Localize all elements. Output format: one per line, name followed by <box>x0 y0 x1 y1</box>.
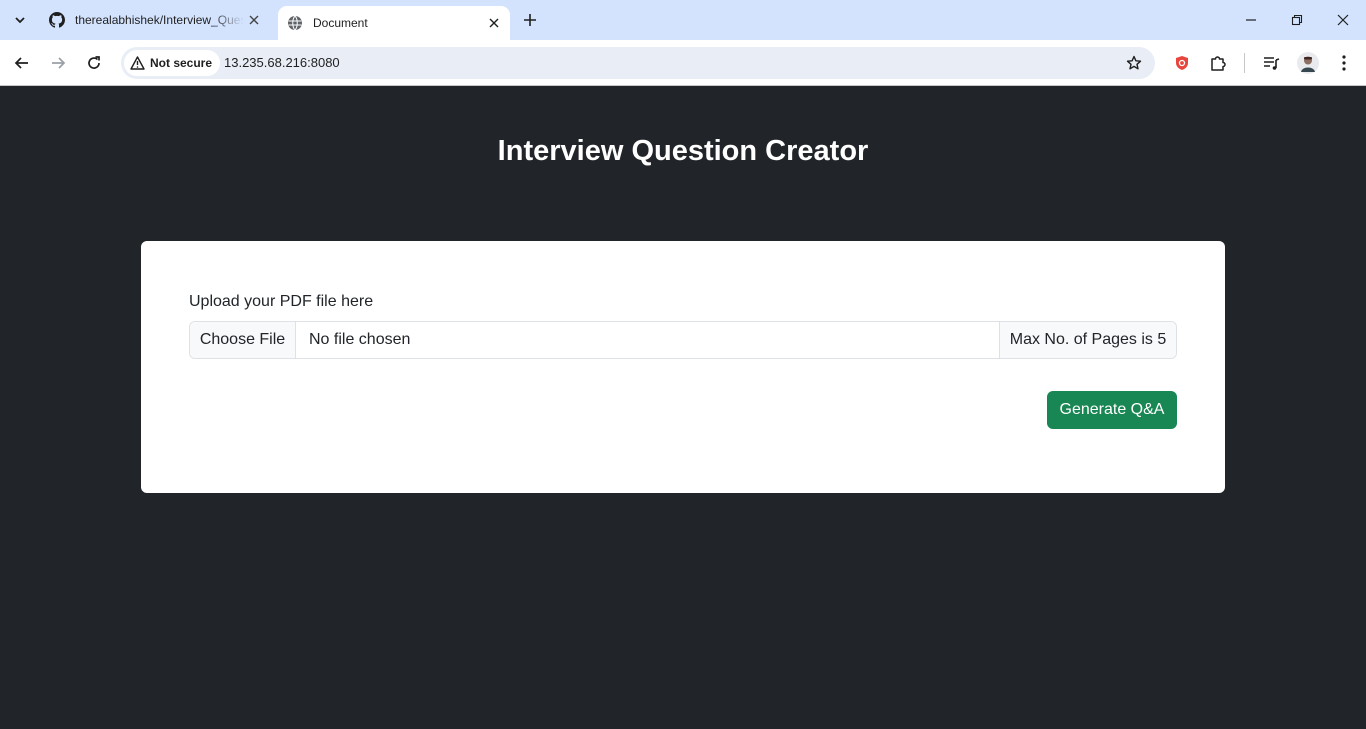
profile-avatar-button[interactable] <box>1295 50 1321 76</box>
browser-tab-bar: therealabhishek/Interview_Question_Creat… <box>0 0 1366 40</box>
upload-card: Upload your PDF file here Choose File No… <box>141 241 1225 493</box>
minimize-button[interactable] <box>1228 0 1274 40</box>
url-text[interactable]: 13.235.68.216:8080 <box>224 55 340 70</box>
puzzle-icon <box>1211 56 1226 71</box>
file-input-group[interactable]: Choose File No file chosen Max No. of Pa… <box>189 321 1177 359</box>
file-status-text[interactable]: No file chosen <box>296 322 999 358</box>
address-bar[interactable]: Not secure 13.235.68.216:8080 <box>121 47 1155 79</box>
page-content: Interview Question Creator Upload your P… <box>0 87 1366 729</box>
browser-toolbar: Not secure 13.235.68.216:8080 <box>0 40 1366 86</box>
restore-button[interactable] <box>1274 0 1320 40</box>
new-tab-button[interactable] <box>519 9 541 31</box>
reload-button[interactable] <box>79 48 109 78</box>
globe-icon <box>288 15 302 31</box>
minimize-icon <box>1246 19 1256 21</box>
upload-label: Upload your PDF file here <box>189 293 374 310</box>
close-icon <box>249 15 259 25</box>
extension-shield-button[interactable] <box>1169 50 1195 76</box>
close-icon <box>1337 14 1349 26</box>
browser-menu-button[interactable] <box>1331 50 1357 76</box>
arrow-left-icon <box>14 57 28 69</box>
toolbar-separator <box>1244 53 1245 73</box>
restore-icon <box>1291 14 1303 26</box>
tab-title: Document <box>313 16 368 30</box>
more-vertical-icon <box>1342 55 1346 71</box>
avatar-icon <box>1297 52 1319 74</box>
plus-icon <box>524 14 536 26</box>
tab-github[interactable]: therealabhishek/Interview_Question_Creat… <box>40 0 270 40</box>
media-controls-button[interactable] <box>1258 50 1284 76</box>
security-label: Not secure <box>150 56 213 70</box>
queue-music-icon <box>1264 57 1280 70</box>
extensions-button[interactable] <box>1205 50 1231 76</box>
bookmark-button[interactable] <box>1123 52 1145 74</box>
page-title: Interview Question Creator <box>497 135 869 167</box>
tab-title: therealabhishek/Interview_Question_Creat… <box>75 13 244 27</box>
back-button[interactable] <box>7 48 37 78</box>
tab-close-button[interactable] <box>484 13 504 33</box>
tab-close-button[interactable] <box>244 10 264 30</box>
warning-icon <box>130 56 145 70</box>
chevron-down-icon <box>15 17 25 24</box>
tab-document[interactable]: Document <box>278 6 510 40</box>
choose-file-button[interactable]: Choose File <box>190 322 296 358</box>
tab-search-button[interactable] <box>7 7 33 33</box>
forward-button[interactable] <box>43 48 73 78</box>
arrow-right-icon <box>52 57 66 69</box>
shield-icon <box>1176 56 1188 70</box>
generate-qa-button[interactable]: Generate Q&A <box>1047 391 1177 429</box>
security-indicator[interactable]: Not secure <box>124 50 221 76</box>
reload-icon <box>88 56 100 69</box>
github-icon <box>49 12 65 28</box>
close-icon <box>489 18 499 28</box>
max-pages-note: Max No. of Pages is 5 <box>999 322 1176 358</box>
close-window-button[interactable] <box>1320 0 1366 40</box>
star-icon <box>1126 55 1142 70</box>
